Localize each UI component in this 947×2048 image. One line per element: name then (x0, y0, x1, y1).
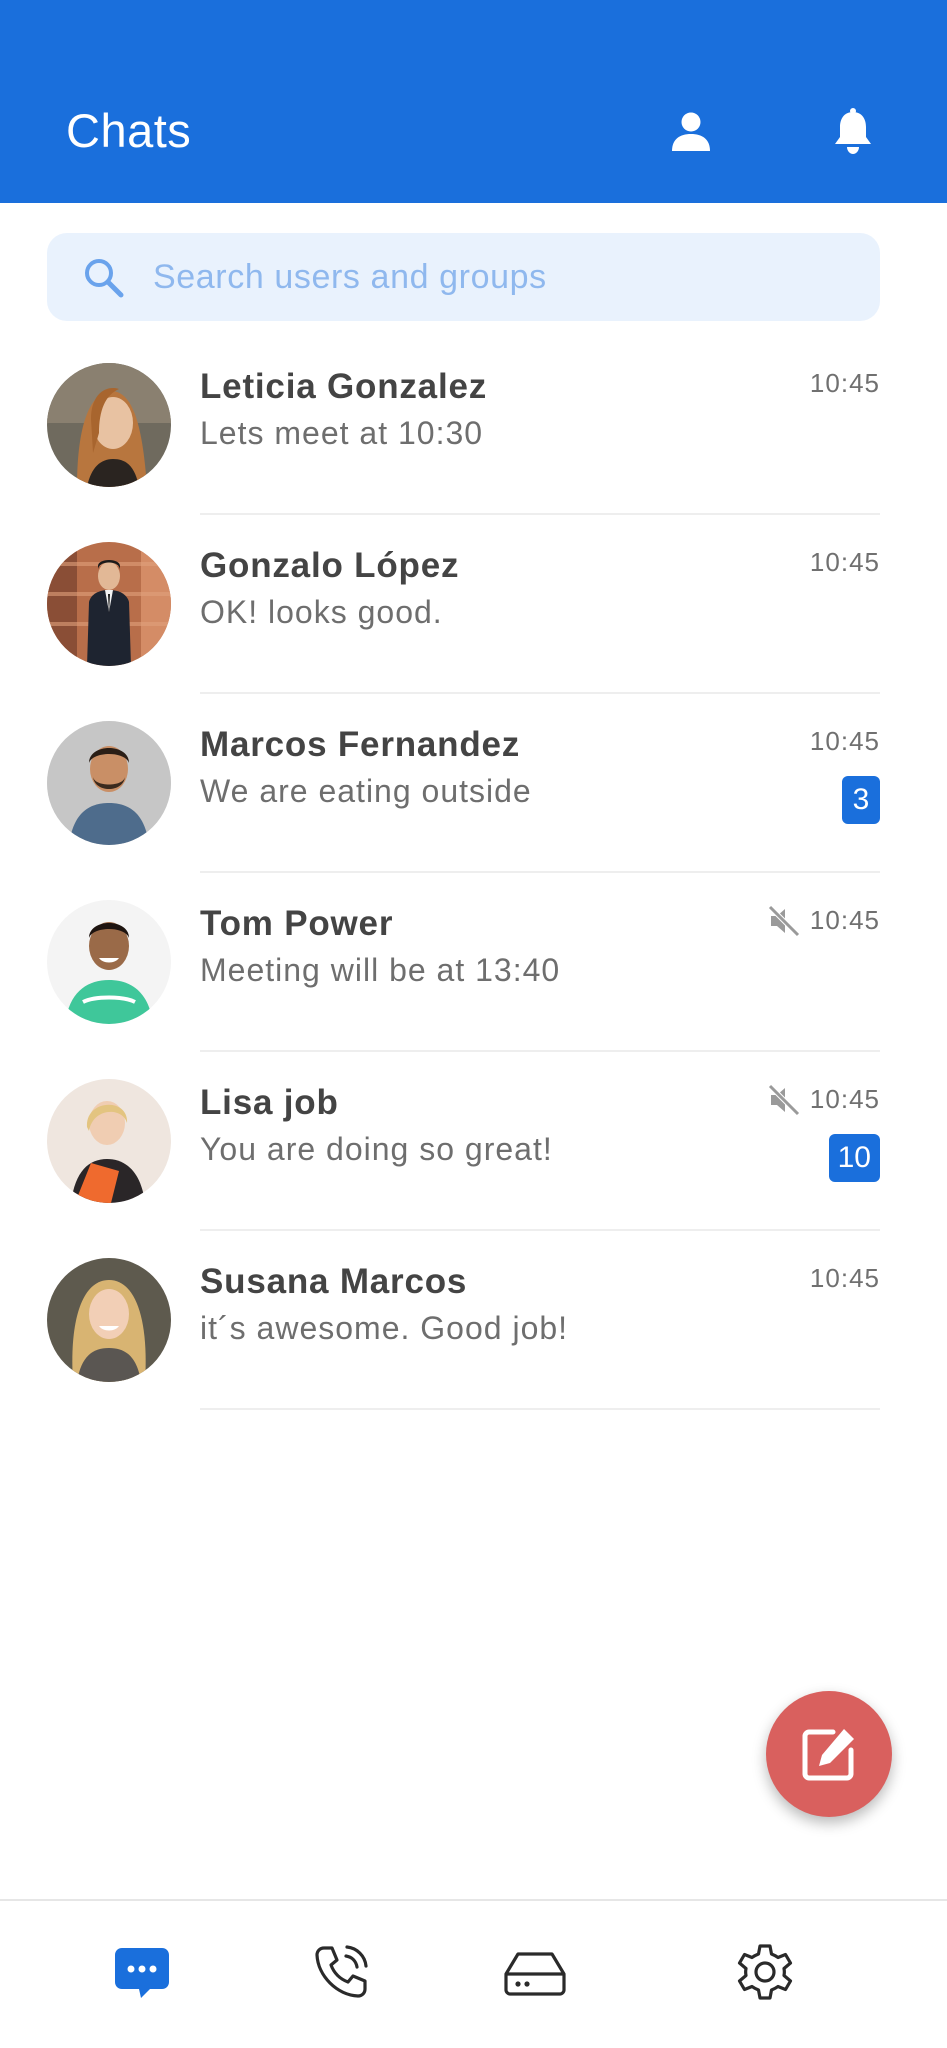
storage-drive-icon (504, 1952, 566, 1996)
message-preview: Meeting will be at 13:40 (200, 952, 561, 988)
new-message-button[interactable] (766, 1691, 892, 1817)
chat-bubble-icon (115, 1948, 169, 1998)
message-time: 10:45 (809, 726, 880, 756)
contact-name: Marcos Fernandez (200, 725, 521, 764)
page-title: Chats (66, 104, 192, 157)
contact-name: Leticia Gonzalez (200, 367, 488, 406)
message-preview: You are doing so great! (200, 1131, 553, 1167)
chat-list-item[interactable]: Lisa job You are doing so great! 10:45 1… (0, 1052, 947, 1231)
avatar (47, 363, 171, 487)
avatar (47, 1079, 171, 1203)
message-preview: We are eating outside (200, 773, 532, 809)
nav-chats[interactable] (107, 1937, 177, 2007)
app-header: Chats (0, 0, 947, 203)
chat-list: Leticia Gonzalez Lets meet at 10:30 10:4… (0, 336, 947, 1410)
contact-name: Susana Marcos (200, 1262, 468, 1301)
contact-name: Gonzalo López (200, 546, 460, 585)
muted-icon (768, 905, 800, 937)
gear-icon (737, 1944, 793, 2000)
chat-list-item[interactable]: Marcos Fernandez We are eating outside 1… (0, 694, 947, 873)
divider (200, 1408, 880, 1410)
nav-calls[interactable] (306, 1937, 376, 2007)
profile-icon (672, 112, 710, 151)
search-input[interactable] (153, 233, 853, 321)
message-preview: it´s awesome. Good job! (200, 1310, 569, 1346)
chat-list-item[interactable]: Tom Power Meeting will be at 13:40 10:45 (0, 873, 947, 1052)
contact-name: Lisa job (200, 1083, 339, 1122)
contact-name: Tom Power (200, 904, 394, 943)
bottom-navigation (0, 1899, 947, 2048)
message-preview: OK! looks good. (200, 594, 443, 630)
search-bar[interactable] (47, 233, 880, 321)
avatar (47, 900, 171, 1024)
avatar (47, 721, 171, 845)
profile-button[interactable] (663, 103, 719, 159)
bell-icon (835, 108, 871, 154)
search-icon (85, 259, 124, 298)
message-time: 10:45 (809, 1263, 880, 1293)
message-time: 10:45 (809, 368, 880, 398)
notifications-button[interactable] (825, 103, 881, 159)
compose-icon (802, 1729, 854, 1781)
chat-app: Chats Search users and groups Leticia Go… (0, 0, 947, 2048)
avatar (47, 542, 171, 666)
message-time: 10:45 (809, 1084, 880, 1114)
message-time: 10:45 (809, 905, 880, 935)
nav-settings[interactable] (730, 1937, 800, 2007)
message-preview: Lets meet at 10:30 (200, 415, 484, 451)
chat-list-item[interactable]: Gonzalo López OK! looks good. 10:45 (0, 515, 947, 694)
avatar (47, 1258, 171, 1382)
chat-list-item[interactable]: Leticia Gonzalez Lets meet at 10:30 10:4… (0, 336, 947, 515)
phone-icon (315, 1945, 368, 1998)
unread-badge: 10 (828, 1134, 880, 1182)
muted-icon (768, 1084, 800, 1116)
message-time: 10:45 (809, 547, 880, 577)
unread-badge: 3 (842, 776, 880, 824)
chat-list-item[interactable]: Susana Marcos it´s awesome. Good job! 10… (0, 1231, 947, 1410)
nav-storage[interactable] (500, 1937, 570, 2007)
